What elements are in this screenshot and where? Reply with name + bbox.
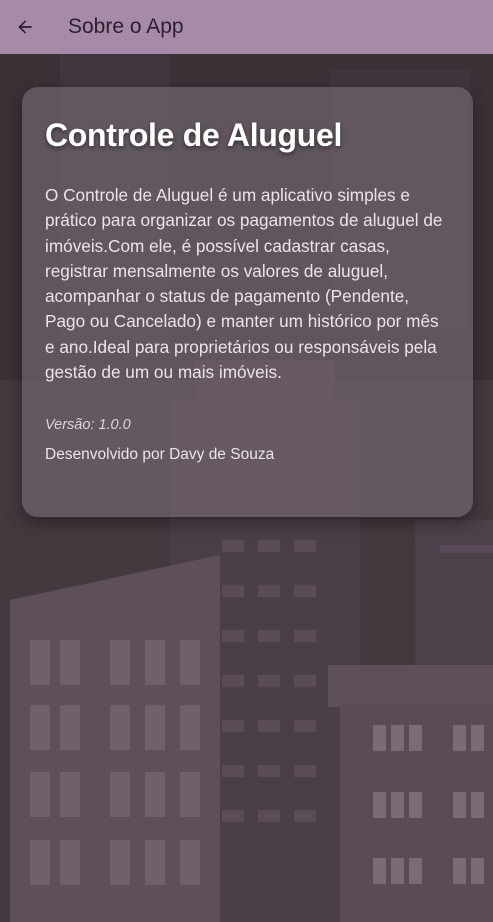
app-name-title: Controle de Aluguel	[45, 117, 343, 153]
about-card: Controle de Aluguel O Controle de Alugue…	[22, 87, 473, 517]
app-bar: Sobre o App	[0, 0, 493, 54]
app-description: O Controle de Aluguel é um aplicativo si…	[45, 185, 443, 383]
page-title: Sobre o App	[68, 15, 184, 38]
arrow-left-icon	[18, 20, 32, 34]
back-button[interactable]	[12, 14, 38, 40]
version-text: Versão: 1.0.0	[45, 417, 131, 434]
developer-credit: Desenvolvido por Davy de Souza	[45, 446, 275, 464]
